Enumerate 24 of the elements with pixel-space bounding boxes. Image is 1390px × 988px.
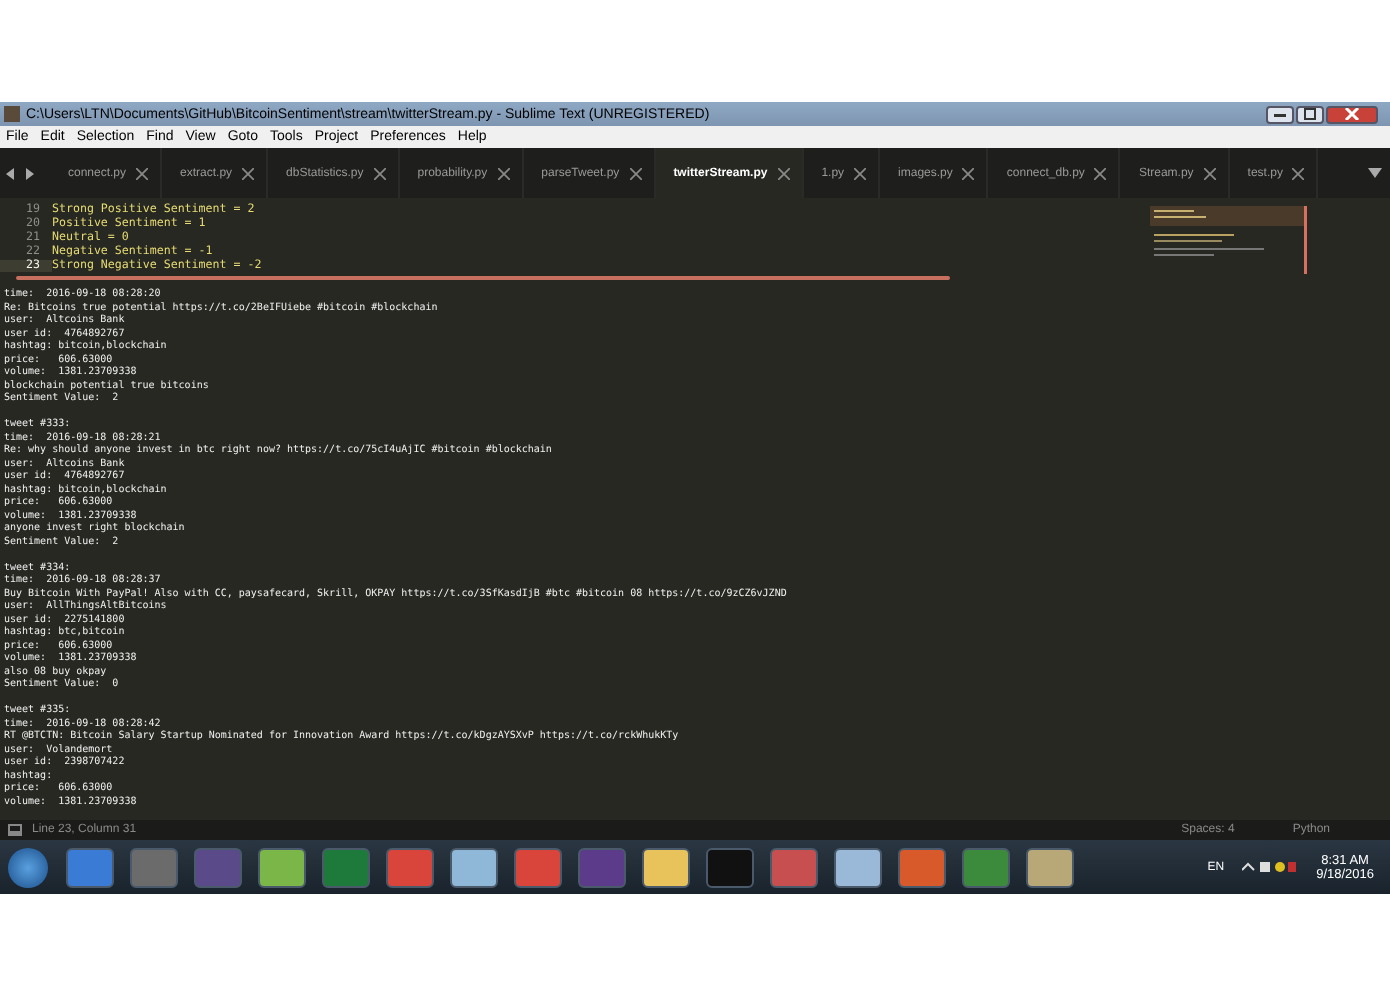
minimize-button[interactable] [1266,105,1294,123]
minimap-drawing[interactable] [1150,206,1310,278]
close-icon[interactable] [629,167,642,179]
close-icon [1344,108,1360,120]
close-icon[interactable] [777,167,790,179]
minimize-icon [1272,108,1288,120]
horizontal-scrollbar[interactable] [16,276,950,280]
close-button[interactable] [1326,105,1378,123]
tab-navigation-icon[interactable] [6,167,34,179]
close-icon[interactable] [1094,167,1107,179]
close-icon[interactable] [1292,167,1305,179]
close-icon[interactable] [497,167,510,179]
panel-icon[interactable] [8,824,22,836]
close-icon[interactable] [854,167,867,179]
maximize-button[interactable] [1296,105,1324,123]
maximize-icon [1302,108,1318,120]
close-icon[interactable] [136,167,149,179]
tray-icons-drawing[interactable] [1242,860,1299,874]
close-icon[interactable] [373,167,386,179]
start-button[interactable] [8,847,48,887]
close-icon[interactable] [962,167,975,179]
close-icon[interactable] [242,167,255,179]
close-icon[interactable] [1203,167,1216,179]
dropdown-icon[interactable] [1368,168,1382,178]
